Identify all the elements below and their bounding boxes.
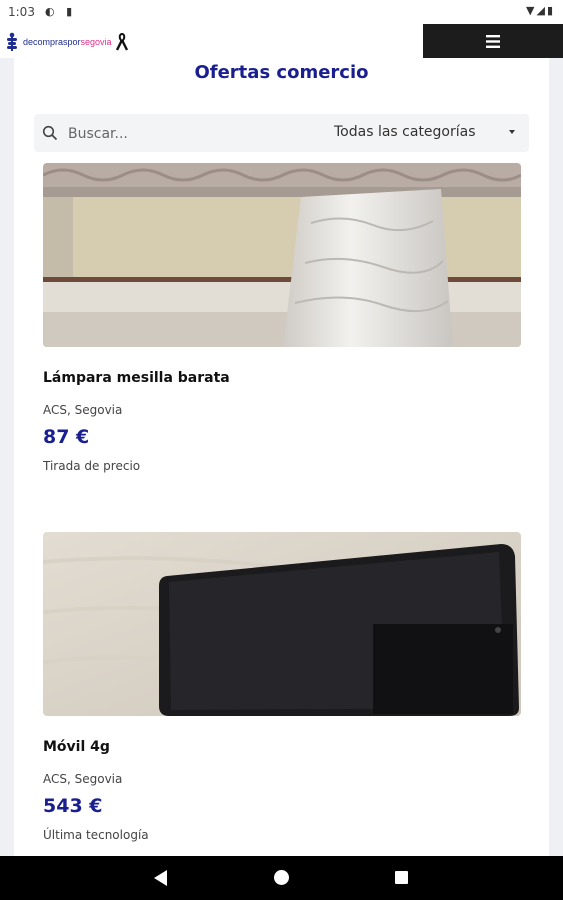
listing-title[interactable]: Lámpara mesilla barata (43, 370, 521, 386)
page-title: Ofertas comercio (194, 62, 369, 83)
wifi-icon: ▼ (526, 4, 537, 17)
listing-location: ACS, Segovia (43, 772, 123, 786)
search-input[interactable] (66, 122, 300, 146)
back-icon[interactable] (154, 870, 167, 886)
status-bar: 1:03 ◐ ▮ ▼◢▮ (0, 0, 563, 24)
search-bar: Todas las categorías (34, 114, 529, 152)
logo-text-part2: segovia (80, 37, 112, 47)
listing-description: Tirada de precio (43, 459, 141, 473)
listing-title[interactable]: Móvil 4g (43, 739, 521, 755)
category-select[interactable]: Todas las categorías (334, 124, 476, 140)
main-content: Ofertas comercio Todas las categorías (14, 58, 549, 858)
listing-description: Última tecnología (43, 828, 149, 842)
listing-image[interactable] (43, 163, 521, 347)
chevron-down-icon[interactable] (509, 130, 515, 134)
listing-price: 87 € (43, 426, 90, 448)
logo-text-part1: decompraspor (23, 37, 81, 47)
battery-icon: ▮ (546, 4, 555, 17)
mourning-ribbon-icon (115, 33, 128, 51)
listing-image[interactable] (43, 532, 521, 716)
hamburger-menu-button[interactable] (423, 24, 563, 58)
listing-location: ACS, Segovia (43, 403, 123, 417)
logo-emblem-icon (7, 32, 17, 51)
listing-card[interactable]: Lámpara mesilla barata ACS, Segovia 87 €… (43, 163, 521, 473)
home-icon[interactable] (274, 870, 289, 885)
system-nav-bar (0, 856, 563, 900)
lamp-photo (43, 163, 521, 347)
listing-price: 543 € (43, 795, 103, 817)
system-icons: ▼◢▮ (526, 4, 555, 17)
listing-card[interactable]: Móvil 4g ACS, Segovia 543 € Última tecno… (43, 532, 521, 842)
hamburger-icon (486, 34, 500, 48)
phone-photo (43, 532, 521, 716)
status-time: 1:03 (8, 5, 35, 19)
site-logo[interactable]: decomprasporsegovia (5, 30, 128, 54)
site-header: decomprasporsegovia (0, 24, 563, 58)
logo-text: decomprasporsegovia (23, 37, 112, 47)
signal-icon: ◢ (536, 4, 547, 17)
search-icon (42, 125, 58, 141)
notification-icons: ◐ ▮ (45, 5, 77, 18)
recent-apps-icon[interactable] (395, 871, 408, 884)
